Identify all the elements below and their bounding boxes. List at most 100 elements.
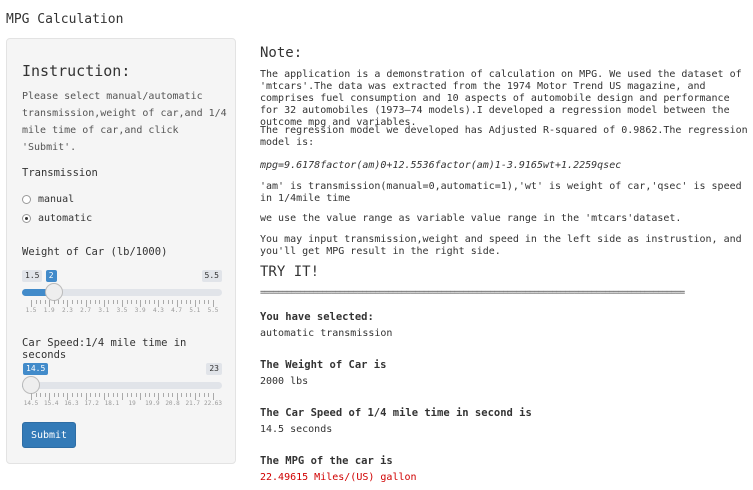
- app-title: MPG Calculation: [6, 12, 124, 27]
- weight-tick-label: 2.3: [61, 307, 73, 314]
- weight-tick: [58, 300, 60, 304]
- weight-tick: [158, 300, 160, 307]
- weight-tick-label: 3.5: [116, 307, 128, 314]
- weight-tick: [131, 300, 133, 304]
- speed-tick: [181, 393, 183, 397]
- speed-tick: [144, 393, 146, 397]
- divider-line: ========================================…: [260, 288, 685, 298]
- speed-tick: [94, 393, 96, 397]
- weight-slider[interactable]: 1.5 2 5.5 1.5 1.9 2.3 2.7 3.1 3.5 3.9 4.3 4.7 5.1…: [22, 268, 222, 328]
- weight-tick: [126, 300, 128, 304]
- instruction-title: Instruction:: [22, 62, 131, 80]
- speed-tick: [108, 393, 110, 397]
- speed-tick: [203, 393, 205, 397]
- speed-tick: [76, 393, 78, 397]
- selected-value: automatic transmission: [260, 328, 393, 339]
- weight-tick: [153, 300, 155, 304]
- weight-value: 2000 lbs: [260, 376, 309, 387]
- weight-tick-label: 5.5: [207, 307, 219, 314]
- speed-tick: [131, 393, 133, 397]
- selected-heading: You have selected:: [260, 311, 374, 323]
- speed-tick-label: 19: [128, 400, 136, 407]
- speed-tick: [172, 393, 174, 397]
- speed-tick: [190, 393, 192, 397]
- note-heading: Note:: [260, 45, 303, 61]
- speed-track[interactable]: [22, 382, 222, 389]
- radio-manual-label: manual: [38, 194, 75, 205]
- speed-tick-label: 15.4: [43, 400, 59, 407]
- weight-tick: [203, 300, 205, 304]
- speed-tick: [194, 393, 196, 400]
- weight-tick: [190, 300, 192, 304]
- weight-label: Weight of Car (lb/1000): [22, 246, 168, 258]
- speed-tick: [49, 393, 51, 400]
- weight-tick: [103, 300, 105, 307]
- weight-tick: [167, 300, 169, 304]
- weight-tick: [71, 300, 73, 304]
- submit-button[interactable]: Submit: [22, 422, 76, 448]
- speed-tick: [31, 393, 32, 400]
- speed-tick-label: 17.2: [84, 400, 99, 407]
- speed-tick: [81, 393, 83, 397]
- weight-tick: [49, 300, 51, 307]
- weight-handle[interactable]: [44, 283, 63, 301]
- speed-tick: [62, 393, 64, 397]
- weight-tick: [144, 300, 146, 304]
- regression-formula: mpg=9.6178factor(am)0+12.5536factor(am)1…: [260, 160, 622, 171]
- speed-tick: [58, 393, 60, 397]
- speed-tick: [103, 393, 105, 400]
- weight-tick: [149, 300, 151, 304]
- weight-tick: [44, 300, 46, 304]
- mpg-heading: The MPG of the car is: [260, 455, 393, 467]
- transmission-label: Transmission: [22, 167, 98, 179]
- try-it-heading: TRY IT!: [260, 264, 320, 280]
- weight-tick: [67, 300, 69, 307]
- speed-tick: [208, 393, 210, 397]
- weight-tick: [99, 300, 101, 304]
- speed-max-tag: 23: [206, 363, 222, 375]
- weight-tick: [108, 300, 110, 304]
- weight-tick: [172, 300, 174, 304]
- weight-tick: [94, 300, 96, 304]
- weight-tick: [176, 300, 178, 307]
- speed-tick: [35, 393, 37, 397]
- speed-tick: [99, 393, 101, 397]
- speed-tick: [40, 393, 42, 397]
- weight-max-tag: 5.5: [201, 270, 222, 282]
- speed-handle[interactable]: [22, 376, 40, 394]
- sidebar-panel: Instruction: Please select manual/automa…: [6, 38, 236, 464]
- speed-tick: [90, 393, 92, 397]
- speed-tick: [44, 393, 46, 397]
- speed-tick: [122, 393, 123, 400]
- weight-tick: [76, 300, 78, 304]
- speed-tick-label: 21.7: [185, 400, 200, 407]
- weight-tick: [122, 300, 123, 307]
- speed-heading: The Car Speed of 1/4 mile time in second…: [260, 407, 532, 419]
- radio-manual-dot[interactable]: [22, 195, 31, 204]
- radio-automatic[interactable]: automatic: [22, 213, 92, 224]
- radio-manual[interactable]: manual: [22, 194, 74, 205]
- radio-automatic-dot[interactable]: [22, 214, 31, 223]
- weight-tick: [112, 300, 114, 304]
- speed-tick-label: 22.63: [203, 400, 223, 407]
- input-paragraph: You may input transmission,weight and sp…: [260, 234, 742, 257]
- weight-tick: [208, 300, 210, 304]
- speed-tick: [213, 393, 214, 400]
- speed-tick: [117, 393, 119, 397]
- weight-tick: [35, 300, 37, 304]
- weight-value-tag: 2: [45, 270, 57, 282]
- weight-tick: [62, 300, 64, 304]
- weight-tick: [140, 300, 142, 307]
- speed-tick: [162, 393, 164, 397]
- speed-tick-label: 16.3: [64, 400, 79, 407]
- speed-label: Car Speed:1/4 mile time in seconds: [22, 337, 187, 361]
- weight-heading: The Weight of Car is: [260, 359, 387, 371]
- speed-slider[interactable]: 14.5 23 14.5 15.4 16.3 17.2 18.1 19 19.9 20.8 21…: [22, 361, 222, 421]
- speed-tick: [135, 393, 137, 397]
- speed-tick-label: 18.1: [104, 400, 120, 407]
- speed-tick: [149, 393, 151, 397]
- speed-tick-label: 14.5: [23, 400, 39, 407]
- weight-tick: [85, 300, 87, 307]
- weight-tick-label: 4.3: [152, 307, 164, 314]
- speed-tick: [158, 393, 160, 400]
